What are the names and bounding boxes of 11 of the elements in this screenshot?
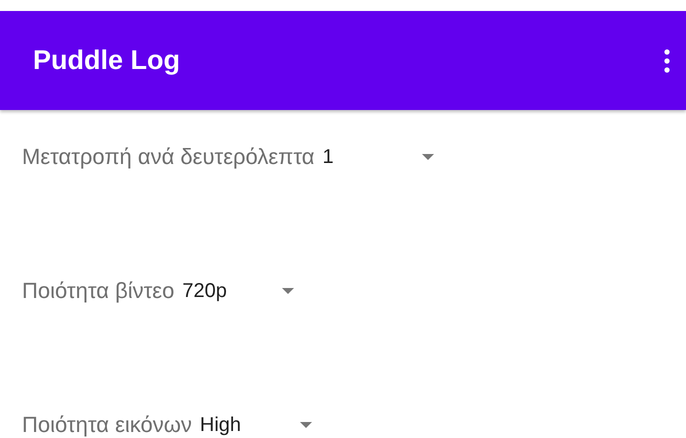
dropdown[interactable]: High: [200, 410, 318, 438]
app-title: Puddle Log: [33, 45, 180, 76]
caret-icon: [300, 422, 312, 428]
overflow-menu-icon[interactable]: [664, 48, 670, 72]
setting-label: Μετατροπή ανά δευτερόλεπτα: [22, 144, 314, 170]
dropdown[interactable]: 720p: [182, 276, 300, 306]
caret-icon: [282, 288, 294, 294]
caret-icon: [422, 154, 434, 160]
setting-label: Ποιότητα εικόνων: [22, 412, 192, 438]
dropdown[interactable]: 1: [322, 142, 440, 172]
setting-label: Ποιότητα βίντεο: [22, 278, 174, 304]
